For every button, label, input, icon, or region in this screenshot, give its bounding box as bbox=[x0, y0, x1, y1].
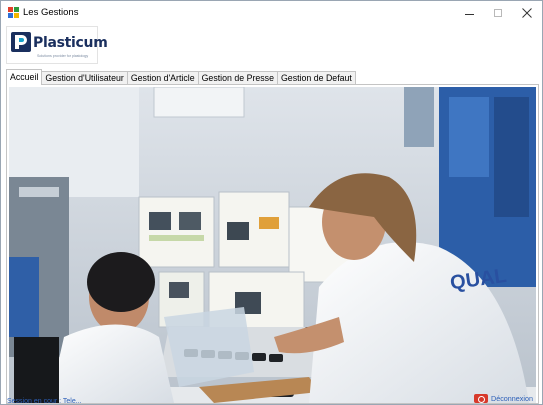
tab-gestion-presse[interactable]: Gestion de Presse bbox=[197, 71, 278, 85]
factory-photo-illustration: QUAL bbox=[9, 87, 536, 403]
session-status-text: Session en cour : Tele... bbox=[7, 398, 82, 405]
close-button[interactable] bbox=[511, 1, 542, 25]
tab-gestion-article[interactable]: Gestion d'Article bbox=[126, 71, 199, 85]
logo-brand-mid: asti bbox=[47, 35, 76, 51]
logout-button[interactable]: Déconnexion bbox=[474, 394, 533, 403]
minimize-icon bbox=[464, 13, 474, 15]
app-window-icon bbox=[8, 7, 19, 18]
logo-wordmark: Plasticum bbox=[33, 35, 108, 51]
factory-photo: QUAL bbox=[9, 87, 536, 403]
tab-panel-accueil: QUAL bbox=[6, 84, 539, 404]
maximize-icon bbox=[494, 9, 502, 17]
tab-gestion-utilisateur[interactable]: Gestion d'Utilisateur bbox=[41, 71, 128, 85]
tab-strip: Accueil Gestion d'Utilisateur Gestion d'… bbox=[6, 69, 356, 85]
logout-label: Déconnexion bbox=[491, 394, 533, 403]
company-logo: Plasticum Solutions provider for plastol… bbox=[6, 26, 108, 64]
minimize-button[interactable] bbox=[453, 1, 485, 25]
maximize-button[interactable] bbox=[482, 1, 514, 25]
logo-tagline: Solutions provider for plastology bbox=[37, 54, 89, 58]
close-icon bbox=[522, 8, 532, 18]
tab-gestion-defaut[interactable]: Gestion de Defaut bbox=[276, 71, 356, 85]
window-title: Les Gestions bbox=[23, 7, 79, 18]
logo-mark-icon bbox=[11, 32, 31, 52]
logo-brand-prefix: Pl bbox=[33, 35, 48, 51]
application-window: Les Gestions Plasticum Solutions provide… bbox=[0, 0, 543, 405]
logout-icon bbox=[474, 394, 488, 403]
tab-accueil[interactable]: Accueil bbox=[6, 69, 43, 85]
title-bar[interactable]: Les Gestions bbox=[1, 1, 542, 25]
logo-brand-suffix: cum bbox=[75, 35, 108, 51]
